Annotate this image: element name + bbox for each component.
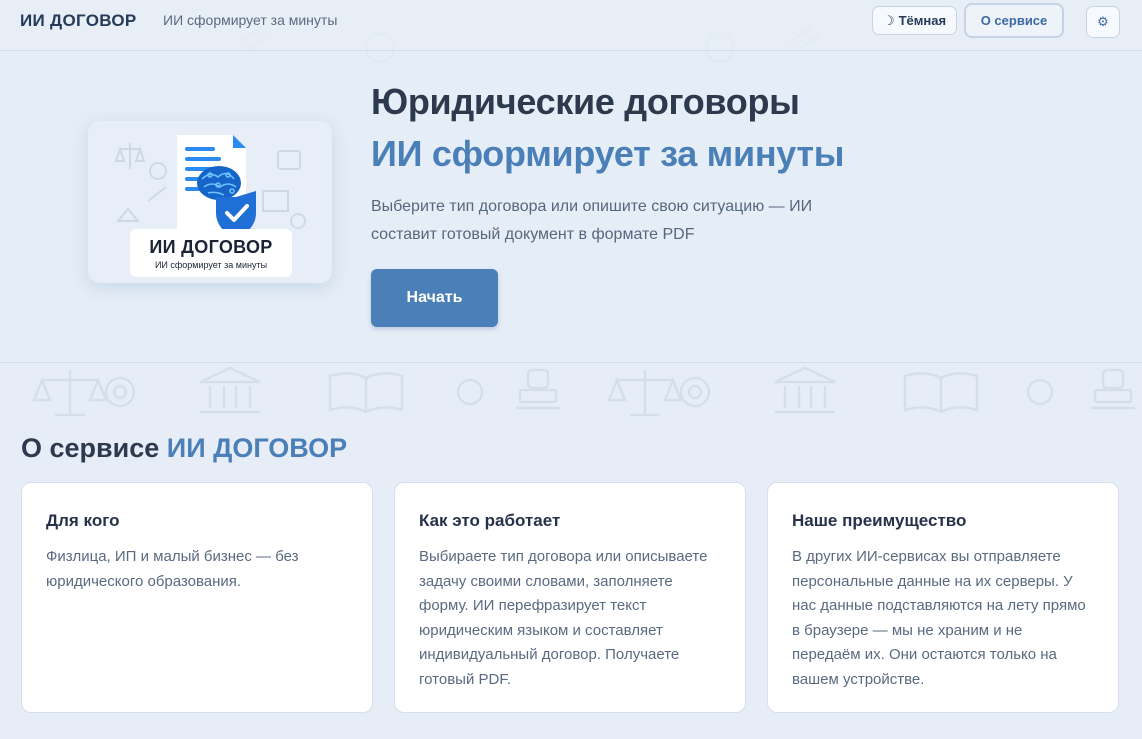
- gear-icon: ⚙: [1097, 14, 1109, 29]
- theme-toggle-button[interactable]: ☽ Тёмная: [872, 6, 957, 35]
- theme-toggle-label: Тёмная: [898, 13, 947, 28]
- card-text: В других ИИ-сервисах вы отправляете перс…: [792, 548, 1086, 688]
- hero-title: Юридические договоры: [371, 81, 800, 122]
- about-card-how-it-works: Как это работает Выбираете тип договора …: [394, 482, 746, 713]
- brand-logo-text[interactable]: ИИ ДОГОВОР: [20, 11, 137, 31]
- logo-brand-subtitle: ИИ сформирует за минуты: [154, 259, 268, 270]
- logo-badge: ИИ ДОГОВОР ИИ сформирует за минуты: [130, 229, 292, 277]
- start-button[interactable]: Начать: [371, 269, 498, 327]
- hero-subtitle: ИИ сформирует за минуты: [371, 133, 845, 174]
- about-service-button[interactable]: О сервисе: [964, 3, 1064, 38]
- hero-section: ИИ ДОГОВОР ИИ сформирует за минуты Юриди…: [0, 51, 1142, 363]
- about-title-prefix: О сервисе: [21, 433, 160, 463]
- card-text: Физлица, ИП и малый бизнес — без юридиче…: [46, 548, 299, 590]
- about-card-audience: Для кого Физлица, ИП и малый бизнес — бе…: [21, 482, 373, 713]
- about-section-title: О сервисе ИИ ДОГОВОР: [21, 433, 347, 464]
- header-tagline: ИИ сформирует за минуты: [163, 12, 338, 28]
- moon-icon: ☽: [882, 12, 895, 28]
- card-title: Наше преимущество: [792, 511, 967, 530]
- hero-description: Выберите тип договора или опишите свою с…: [371, 198, 813, 243]
- about-title-accent: ИИ ДОГОВОР: [166, 433, 348, 463]
- card-title: Как это работает: [419, 511, 561, 530]
- card-title: Для кого: [46, 511, 120, 530]
- logo-brand-name: ИИ ДОГОВОР: [149, 236, 273, 257]
- settings-button[interactable]: ⚙: [1086, 6, 1120, 38]
- hero-logo-card: ИИ ДОГОВОР ИИ сформирует за минуты: [88, 121, 332, 283]
- about-card-advantage: Наше преимущество В других ИИ-сервисах в…: [767, 482, 1119, 713]
- top-bar: ИИ ДОГОВОР ИИ сформирует за минуты ☽ Тём…: [0, 0, 1142, 51]
- card-text: Выбираете тип договора или описываете за…: [419, 548, 708, 688]
